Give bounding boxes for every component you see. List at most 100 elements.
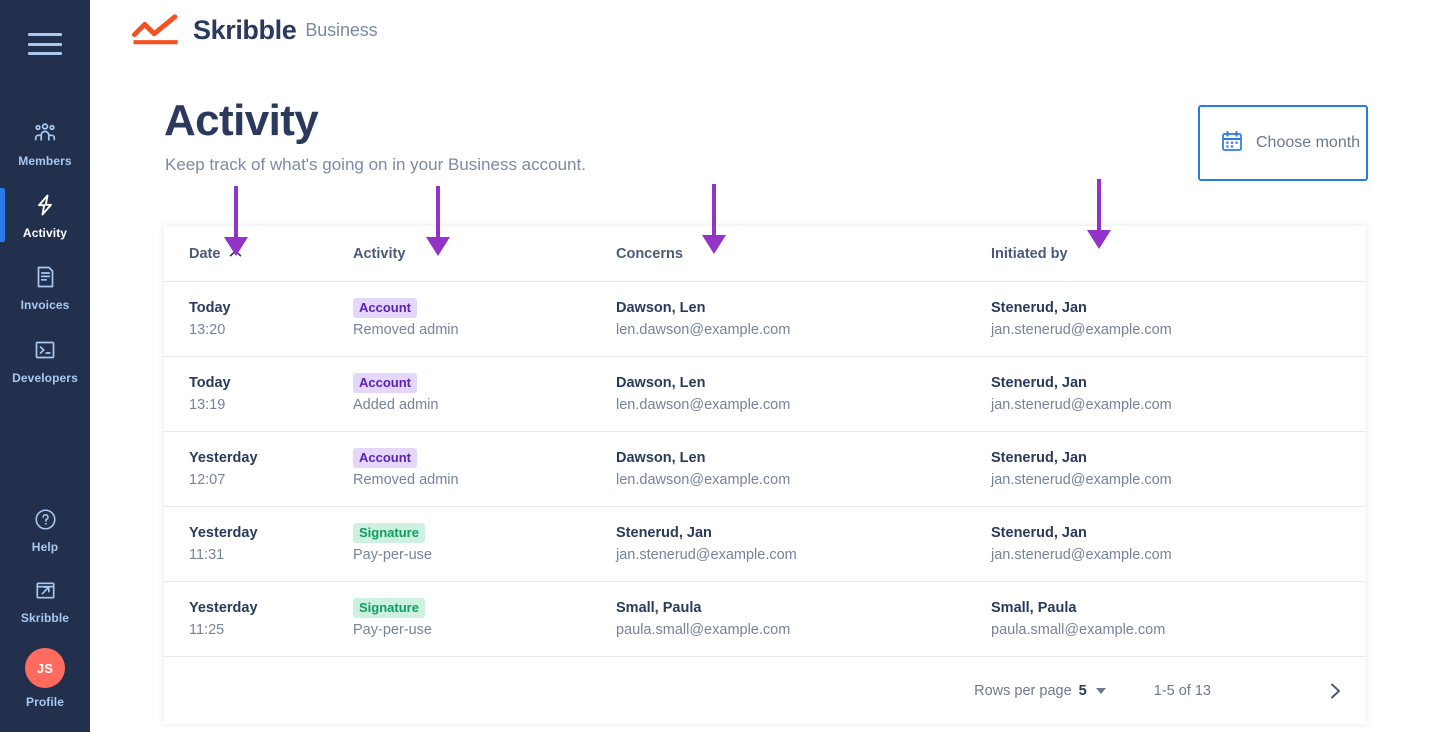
- cell-date: Yesterday 11:31: [164, 524, 349, 565]
- cell-activity: Account Removed admin: [349, 448, 612, 490]
- hamburger-menu-icon[interactable]: [28, 33, 62, 55]
- table-footer: Rows per page 5 1-5 of 13: [164, 657, 1366, 724]
- sidebar-item-profile[interactable]: JS Profile: [0, 648, 90, 709]
- chevron-down-icon[interactable]: [1095, 687, 1106, 694]
- cell-initiated-by: Stenerud, Jan jan.stenerud@example.com: [987, 524, 1366, 565]
- cell-concerns: Dawson, Len len.dawson@example.com: [612, 299, 987, 340]
- row-action: Pay-per-use: [353, 547, 432, 563]
- column-header-label: Activity: [353, 245, 406, 262]
- row-concern-email: len.dawson@example.com: [616, 396, 791, 413]
- row-initiator-name: Stenerud, Jan: [991, 449, 1087, 466]
- cell-date: Today 13:19: [164, 374, 349, 415]
- status-badge: Signature: [353, 523, 425, 543]
- row-date: Today: [189, 299, 231, 316]
- row-time: 12:07: [189, 471, 226, 488]
- sidebar-item-members[interactable]: Members: [0, 118, 90, 168]
- hamburger-bar: [28, 52, 62, 55]
- sidebar-item-invoices[interactable]: Invoices: [0, 262, 90, 312]
- brand-name: Skribble: [193, 14, 297, 45]
- brand-logo-group[interactable]: Skribble Business: [130, 14, 378, 46]
- cell-activity: Account Removed admin: [349, 298, 612, 340]
- table-row[interactable]: Yesterday 12:07 Account Removed admin Da…: [164, 432, 1366, 507]
- rows-per-page-value: 5: [1078, 682, 1087, 699]
- cell-activity: Signature Pay-per-use: [349, 523, 612, 565]
- members-icon: [30, 118, 60, 148]
- cell-initiated-by: Small, Paula paula.small@example.com: [987, 599, 1366, 640]
- table-row[interactable]: Today 13:20 Account Removed admin Dawson…: [164, 282, 1366, 357]
- column-header-activity[interactable]: Activity: [349, 246, 612, 262]
- pagination-range: 1-5 of 13: [1153, 682, 1211, 699]
- column-header-label: Concerns: [616, 245, 683, 262]
- cell-concerns: Stenerud, Jan jan.stenerud@example.com: [612, 524, 987, 565]
- sidebar-item-label: Skribble: [20, 611, 70, 625]
- choose-month-label: Choose month: [1256, 134, 1361, 151]
- cell-date: Yesterday 12:07: [164, 449, 349, 490]
- row-concern-name: Dawson, Len: [616, 299, 706, 316]
- main-content: Skribble Business Activity Keep track of…: [90, 0, 1440, 732]
- sidebar-item-label: Profile: [25, 695, 65, 709]
- chevron-up-icon[interactable]: [229, 246, 242, 262]
- next-page-button[interactable]: [1327, 680, 1344, 702]
- activity-table: Date Activity Concerns Initiated by Toda…: [164, 226, 1366, 724]
- status-badge: Account: [353, 448, 417, 468]
- row-date: Yesterday: [189, 524, 258, 541]
- cell-initiated-by: Stenerud, Jan jan.stenerud@example.com: [987, 299, 1366, 340]
- hamburger-bar: [28, 33, 62, 36]
- sidebar-item-activity[interactable]: Activity: [0, 190, 90, 240]
- sidebar-item-label: Members: [18, 154, 72, 168]
- row-time: 11:25: [189, 621, 225, 638]
- hamburger-bar: [28, 42, 62, 46]
- cell-concerns: Dawson, Len len.dawson@example.com: [612, 374, 987, 415]
- table-row[interactable]: Yesterday 11:31 Signature Pay-per-use St…: [164, 507, 1366, 582]
- row-time: 11:31: [189, 546, 225, 563]
- cell-date: Today 13:20: [164, 299, 349, 340]
- page-title: Activity: [164, 96, 319, 145]
- row-time: 13:19: [189, 396, 226, 413]
- row-initiator-name: Stenerud, Jan: [991, 374, 1087, 391]
- row-concern-email: len.dawson@example.com: [616, 321, 791, 338]
- cell-activity: Account Added admin: [349, 373, 612, 415]
- terminal-icon: [30, 335, 60, 365]
- column-header-date[interactable]: Date: [164, 246, 349, 262]
- sidebar-item-developers[interactable]: Developers: [0, 335, 90, 385]
- row-action: Removed admin: [353, 472, 459, 488]
- sidebar-item-skribble[interactable]: Skribble: [0, 575, 90, 625]
- row-initiator-email: jan.stenerud@example.com: [991, 546, 1172, 563]
- sidebar-item-help[interactable]: Help: [0, 504, 90, 554]
- document-icon: [30, 262, 60, 292]
- page-subtitle: Keep track of what's going on in your Bu…: [165, 155, 586, 174]
- row-concern-email: len.dawson@example.com: [616, 471, 791, 488]
- sidebar-item-label: Developers: [12, 371, 78, 385]
- row-concern-email: jan.stenerud@example.com: [616, 546, 797, 563]
- rows-per-page-select[interactable]: Rows per page 5: [974, 683, 1106, 699]
- column-header-concerns[interactable]: Concerns: [612, 246, 987, 262]
- row-date: Today: [189, 374, 231, 391]
- cell-activity: Signature Pay-per-use: [349, 598, 612, 640]
- sidebar-item-label: Invoices: [20, 298, 70, 312]
- row-time: 13:20: [189, 321, 226, 338]
- table-row[interactable]: Yesterday 11:25 Signature Pay-per-use Sm…: [164, 582, 1366, 657]
- choose-month-button[interactable]: Choose month: [1198, 105, 1368, 181]
- row-initiator-name: Stenerud, Jan: [991, 524, 1087, 541]
- row-initiator-email: paula.small@example.com: [991, 621, 1166, 638]
- row-initiator-email: jan.stenerud@example.com: [991, 321, 1172, 338]
- external-link-icon: [30, 575, 60, 605]
- row-action: Pay-per-use: [353, 622, 432, 638]
- app-root: Members Activity Invoices Developers Hel…: [0, 0, 1440, 732]
- row-action: Removed admin: [353, 322, 459, 338]
- row-concern-name: Small, Paula: [616, 599, 702, 616]
- status-badge: Account: [353, 298, 417, 318]
- row-date: Yesterday: [189, 599, 258, 616]
- sidebar-item-label: Help: [31, 540, 59, 554]
- table-row[interactable]: Today 13:19 Account Added admin Dawson, …: [164, 357, 1366, 432]
- cell-date: Yesterday 11:25: [164, 599, 349, 640]
- status-badge: Signature: [353, 598, 425, 618]
- cell-initiated-by: Stenerud, Jan jan.stenerud@example.com: [987, 374, 1366, 415]
- cell-initiated-by: Stenerud, Jan jan.stenerud@example.com: [987, 449, 1366, 490]
- column-header-initiated-by[interactable]: Initiated by: [987, 246, 1366, 262]
- status-badge: Account: [353, 373, 417, 393]
- row-initiator-email: jan.stenerud@example.com: [991, 471, 1172, 488]
- column-header-label: Initiated by: [991, 245, 1068, 262]
- brand-suffix: Business: [305, 19, 378, 40]
- row-initiator-name: Small, Paula: [991, 599, 1077, 616]
